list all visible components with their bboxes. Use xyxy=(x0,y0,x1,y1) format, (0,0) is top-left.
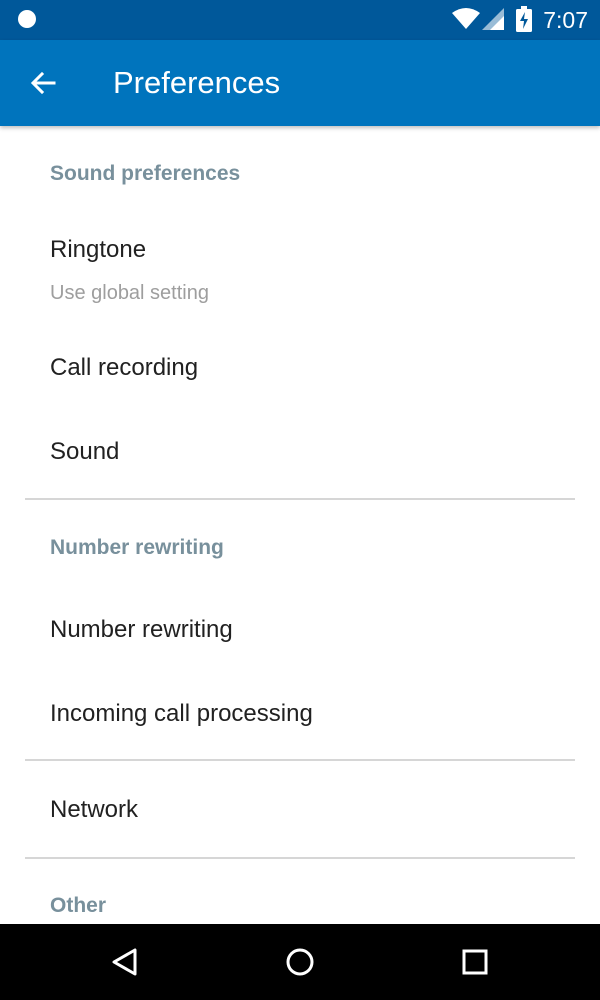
back-triangle-icon[interactable] xyxy=(105,942,145,982)
section-header-number-rewriting: Number rewriting xyxy=(50,536,224,559)
preference-ringtone[interactable]: Ringtone Use global setting xyxy=(0,214,600,314)
recents-square-icon[interactable] xyxy=(455,942,495,982)
wifi-icon xyxy=(452,8,480,29)
preference-title: Number rewriting xyxy=(50,616,233,643)
preference-incoming-call-processing[interactable]: Incoming call processing xyxy=(0,672,600,752)
page-title: Preferences xyxy=(113,65,281,100)
home-circle-icon[interactable] xyxy=(280,942,320,982)
status-bar: 7:07 xyxy=(0,0,600,40)
back-arrow-icon[interactable] xyxy=(26,66,60,100)
preference-call-recording[interactable]: Call recording xyxy=(0,326,600,406)
status-time: 7:07 xyxy=(543,7,588,33)
preference-summary: Use global setting xyxy=(50,282,209,304)
navigation-bar xyxy=(0,924,600,1000)
signal-icon xyxy=(482,8,504,30)
preference-title: Sound xyxy=(50,438,120,465)
preference-title: Call recording xyxy=(50,354,199,381)
preference-number-rewriting[interactable]: Number rewriting xyxy=(0,588,600,668)
section-header-other: Other xyxy=(50,894,107,917)
preference-sound[interactable]: Sound xyxy=(0,410,600,490)
preference-title: Network xyxy=(50,796,139,823)
section-header-sound-preferences: Sound preferences xyxy=(50,162,241,185)
preference-title: Ringtone xyxy=(50,236,147,263)
section-divider xyxy=(25,759,575,761)
preference-network[interactable]: Network xyxy=(0,768,600,854)
section-divider xyxy=(25,498,575,500)
battery-charging-icon xyxy=(516,6,532,32)
app-bar: Preferences xyxy=(0,40,600,126)
section-divider xyxy=(25,857,575,859)
preferences-list: Sound preferences Ringtone Use global se… xyxy=(0,126,600,924)
notification-dot-icon xyxy=(18,10,36,28)
preference-title: Incoming call processing xyxy=(50,700,313,727)
